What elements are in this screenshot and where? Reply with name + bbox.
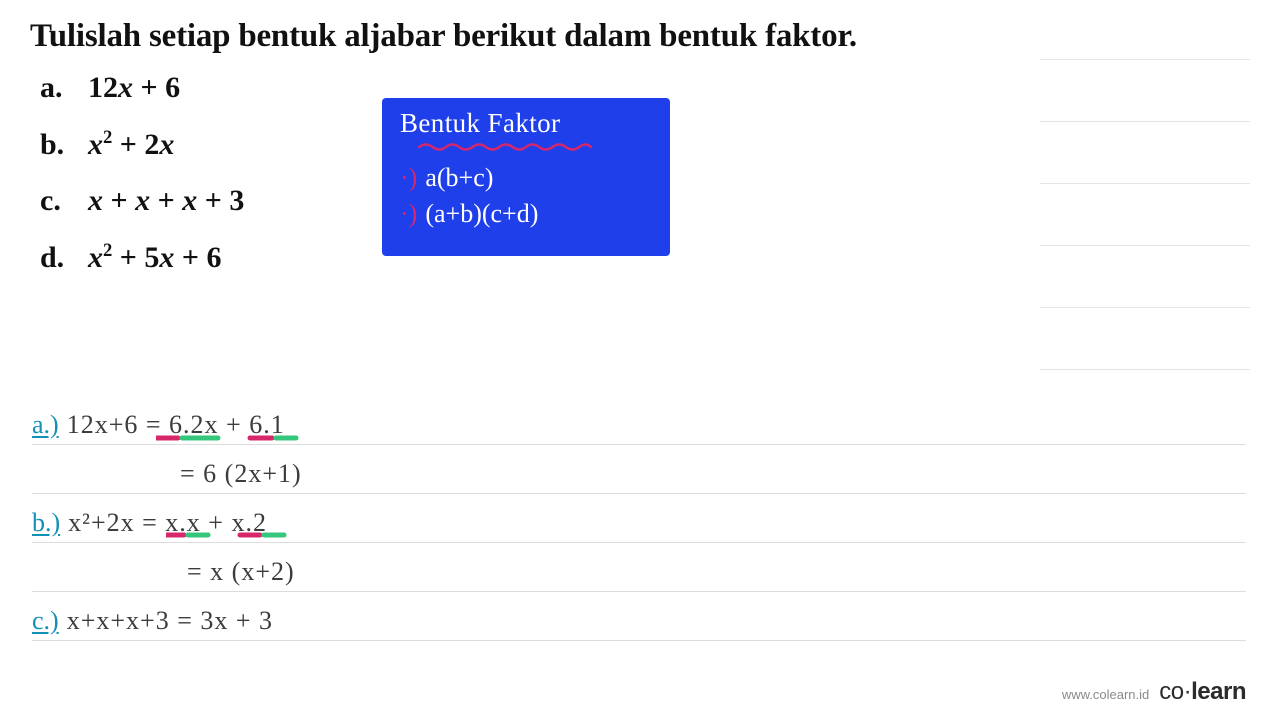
problem-expression: x2 + 2x: [88, 127, 174, 162]
work-b-line2: = x (x+2): [32, 543, 1246, 592]
right-margin-rules: [1040, 0, 1250, 410]
problem-label: a.: [40, 71, 88, 105]
problem-expression: 12x + 6: [88, 71, 180, 105]
footer-url: www.colearn.id: [1062, 687, 1149, 702]
brand-dot: ·: [1184, 678, 1192, 705]
tip-box: Bentuk Faktor ·) a(b+c) ·) (a+b)(c+d): [382, 98, 670, 256]
tip-line-1: ·) a(b+c): [400, 163, 652, 193]
work-label: b.): [32, 508, 60, 538]
brand-learn: learn: [1191, 678, 1246, 705]
tip-line-text: (a+b)(c+d): [425, 199, 538, 229]
work-b-line1: b.) x²+2x = x.x + x.2: [32, 494, 1246, 543]
tip-line-2: ·) (a+b)(c+d): [400, 199, 652, 229]
tip-title: Bentuk Faktor: [400, 108, 652, 139]
work-text: = 6 (2x+1): [180, 459, 302, 489]
problem-label: b.: [40, 128, 88, 162]
work-label: a.): [32, 410, 59, 440]
tip-line-text: a(b+c): [425, 163, 493, 193]
work-a-line1: a.) 12x+6 = 6.2x + 6.1: [32, 396, 1246, 445]
problem-label: c.: [40, 184, 88, 218]
problem-expression: x2 + 5x + 6: [88, 240, 222, 275]
handwritten-work: a.) 12x+6 = 6.2x + 6.1 = 6 (2x+1) b.) x²…: [32, 396, 1246, 690]
bullet-icon: ·): [400, 165, 417, 191]
problem-label: d.: [40, 241, 88, 275]
work-label: c.): [32, 606, 59, 636]
brand-logo: co·learn: [1159, 678, 1246, 706]
bullet-icon: ·): [400, 201, 417, 227]
squiggle-underline-icon: [400, 142, 610, 152]
work-text: 12x+6 = 6.2x + 6.1: [67, 410, 285, 440]
problem-expression: x + x + x + 3: [88, 184, 244, 218]
work-text: x²+2x = x.x + x.2: [68, 508, 267, 538]
footer: www.colearn.id co·learn: [1062, 678, 1246, 706]
work-text: x+x+x+3 = 3x + 3: [67, 606, 273, 636]
work-c-line1: c.) x+x+x+3 = 3x + 3: [32, 592, 1246, 641]
brand-co: co: [1159, 678, 1183, 705]
work-text: = x (x+2): [187, 557, 295, 587]
work-a-line2: = 6 (2x+1): [32, 445, 1246, 494]
